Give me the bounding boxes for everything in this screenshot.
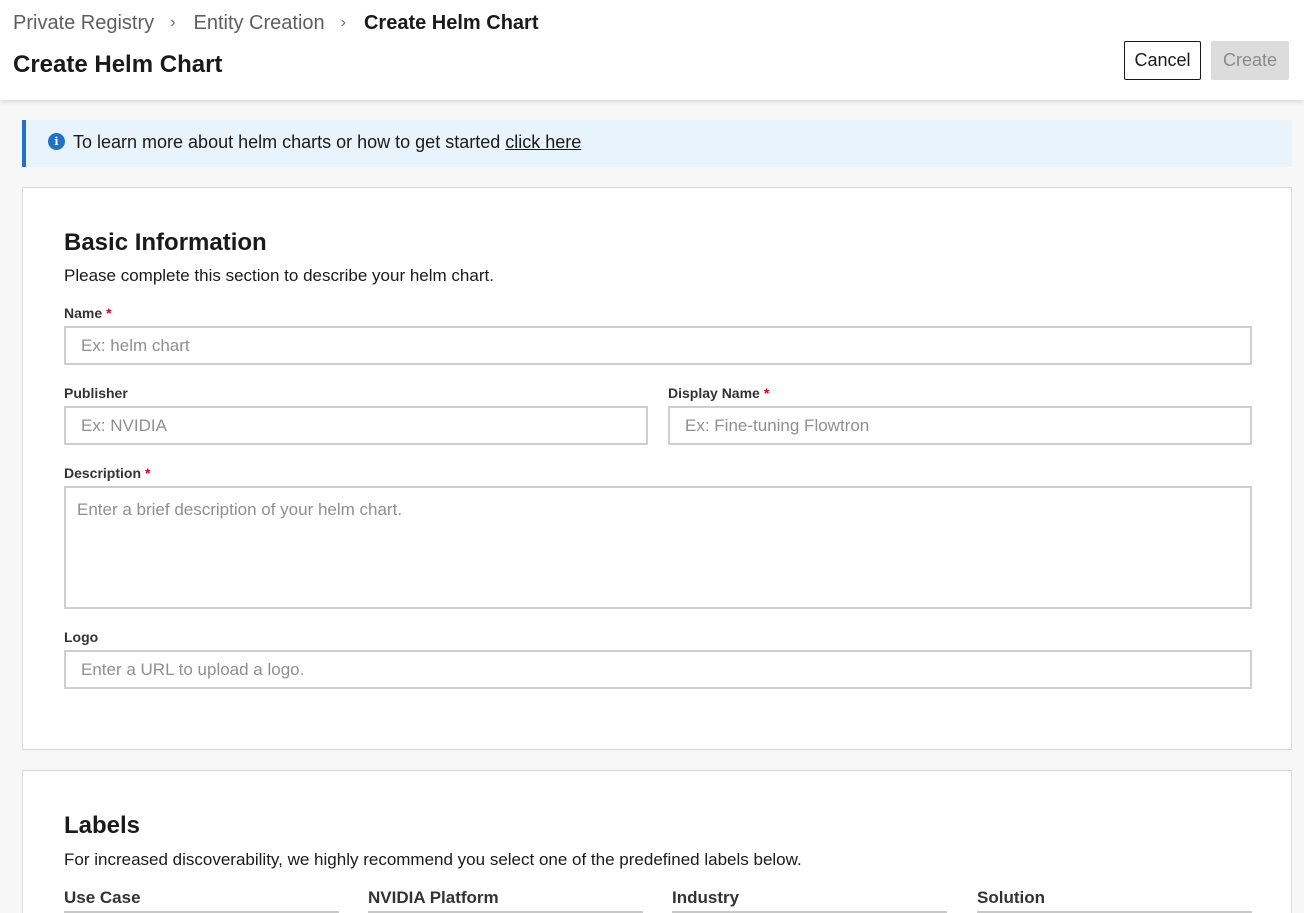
required-marker: * [763, 385, 770, 401]
display-name-label: Display Name * [668, 385, 769, 401]
info-banner: i To learn more about helm charts or how… [22, 120, 1292, 167]
display-name-input[interactable] [668, 406, 1252, 445]
info-icon: i [48, 133, 65, 150]
label-dropdown-use-case[interactable]: Use Case [64, 888, 339, 913]
label-dropdown-label: Industry [672, 888, 740, 907]
description-label: Description * [64, 465, 150, 481]
labels-description: For increased discoverability, we highly… [64, 850, 802, 869]
chevron-right-icon: › [170, 14, 176, 31]
logo-url-input[interactable] [64, 650, 1252, 689]
labels-title: Labels [64, 812, 141, 839]
section-title: Basic Information [64, 229, 267, 256]
banner-link[interactable]: click here [505, 132, 581, 152]
breadcrumb: Private Registry › Entity Creation › Cre… [13, 10, 539, 36]
publisher-label: Publisher [64, 385, 128, 401]
label-dropdown-label: Solution [977, 888, 1045, 907]
breadcrumb-item-current: Create Helm Chart [363, 11, 539, 34]
label-dropdown-label: NVIDIA Platform [368, 888, 499, 907]
label-dropdown-solution[interactable]: Solution [977, 888, 1252, 913]
chevron-right-icon: › [340, 14, 346, 31]
banner-message: To learn more about helm charts or how t… [73, 132, 506, 152]
name-input[interactable] [64, 326, 1252, 365]
description-label-text: Description [64, 465, 142, 481]
name-label-text: Name [64, 305, 103, 321]
required-marker: * [106, 305, 112, 321]
label-dropdown-label: Use Case [64, 888, 141, 907]
label-dropdown-industry[interactable]: Industry [672, 888, 947, 913]
breadcrumb-item-private-registry[interactable]: Private Registry [13, 12, 154, 35]
required-marker: * [145, 465, 151, 481]
description-textarea[interactable] [64, 486, 1252, 609]
cancel-button[interactable]: Cancel [1124, 41, 1201, 80]
logo-label: Logo [64, 629, 99, 645]
name-label: Name * [64, 305, 112, 321]
breadcrumb-item-entity-creation[interactable]: Entity Creation [193, 12, 324, 35]
label-dropdown-nvidia-platform[interactable]: NVIDIA Platform [368, 888, 643, 913]
banner-text: To learn more about helm charts or how t… [73, 132, 581, 153]
create-button[interactable]: Create [1211, 41, 1289, 80]
page-title: Create Helm Chart [13, 51, 223, 78]
labels-card: Labels For increased discoverability, we… [22, 770, 1292, 913]
display-name-label-text: Display Name [668, 385, 760, 401]
section-description: Please complete this section to describe… [64, 266, 494, 285]
basic-information-card: Basic Information Please complete this s… [22, 187, 1292, 750]
publisher-input[interactable] [64, 406, 648, 445]
page-header: Private Registry › Entity Creation › Cre… [0, 0, 1304, 100]
